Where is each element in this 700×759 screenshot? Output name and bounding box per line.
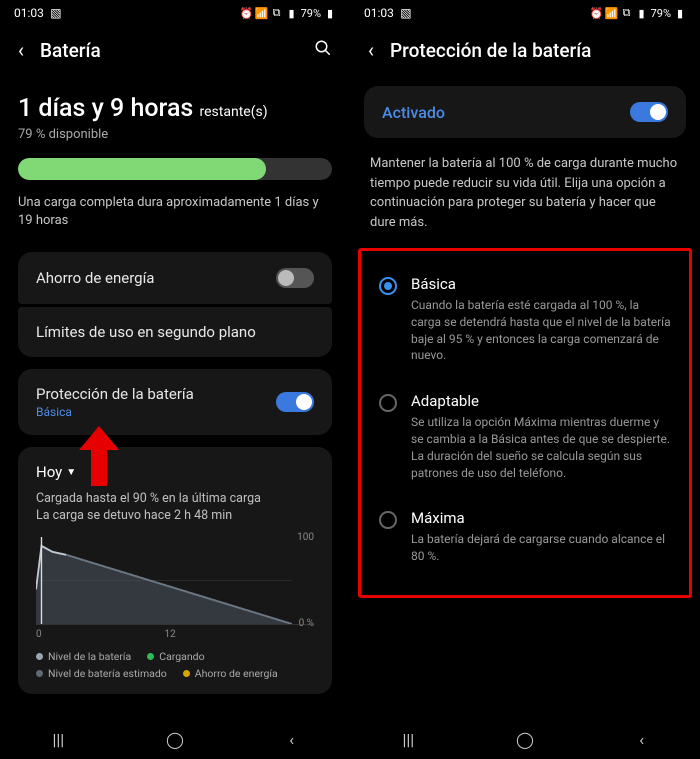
signal-icon: ▮ — [636, 7, 648, 19]
option-title: Adaptable — [411, 392, 671, 410]
activated-label: Activado — [382, 103, 445, 122]
legend-estimated: Nivel de batería estimado — [36, 667, 167, 680]
protection-mode: Básica — [36, 405, 194, 419]
radio-basica[interactable] — [379, 277, 397, 295]
radio-maxima[interactable] — [379, 511, 397, 529]
annotation-arrow-icon — [75, 426, 123, 486]
status-time: 01:03 — [364, 6, 394, 20]
radio-adaptable[interactable] — [379, 394, 397, 412]
nav-recents[interactable]: ||| — [388, 730, 428, 749]
option-adaptable[interactable]: Adaptable Se utiliza la opción Máxima mi… — [367, 378, 683, 495]
protection-toggle[interactable] — [276, 392, 314, 412]
chart-x-12: 12 — [165, 629, 176, 640]
back-icon[interactable]: ‹ — [18, 38, 24, 62]
battery-progress-fill — [18, 158, 266, 180]
network-icon: ⧉ — [271, 7, 283, 19]
activated-toggle[interactable] — [630, 102, 668, 122]
power-saving-row[interactable]: Ahorro de energía — [18, 252, 332, 304]
chart-y-max: 100 — [297, 532, 314, 543]
status-time: 01:03 — [14, 6, 44, 20]
status-bar: 01:03 ▧ ⏰ 📶 ⧉ ▮ 79% ▮ — [350, 0, 700, 24]
nav-back[interactable]: ‹ — [272, 730, 312, 749]
back-icon[interactable]: ‹ — [368, 38, 374, 62]
chart-x-labels: 0 12 — [36, 629, 292, 640]
battery-icon: ▮ — [324, 7, 336, 19]
nav-home[interactable]: ◯ — [505, 730, 545, 749]
alarm-icon: ⏰ — [241, 7, 253, 19]
option-desc: La batería dejará de cargarse cuando alc… — [411, 531, 671, 565]
page-title: Protección de la batería — [390, 39, 682, 62]
chart-x-0: 0 — [36, 629, 42, 640]
status-battery-pct: 79% — [651, 7, 671, 20]
gallery-icon: ▧ — [50, 7, 62, 19]
power-saving-toggle[interactable] — [276, 268, 314, 288]
battery-progress — [18, 158, 332, 180]
search-icon[interactable] — [314, 39, 332, 62]
option-title: Básica — [411, 275, 671, 293]
status-battery-pct: 79% — [301, 7, 321, 20]
remaining-suffix: restante(s) — [200, 104, 268, 120]
option-basica[interactable]: Básica Cuando la batería esté cargada al… — [367, 261, 683, 378]
legend-saving: Ahorro de energía — [183, 667, 278, 680]
charged-info: Cargada hasta el 90 % en la última carga — [36, 491, 314, 506]
page-title: Batería — [40, 39, 298, 62]
signal-icon: ▮ — [286, 7, 298, 19]
battery-content: 1 días y 9 horas restante(s) 79 % dispon… — [0, 76, 350, 718]
wifi-icon: 📶 — [256, 7, 268, 19]
legend-charging: Cargando — [147, 650, 204, 663]
battery-protection-row[interactable]: Protección de la batería Básica — [18, 369, 332, 435]
stopped-info: La carga se detuvo hace 2 h 48 min — [36, 508, 314, 523]
option-title: Máxima — [411, 509, 671, 527]
phone-right: 01:03 ▧ ⏰ 📶 ⧉ ▮ 79% ▮ ‹ Protección de la… — [350, 0, 700, 759]
phone-left: 01:03 ▧ ⏰ 📶 ⧉ ▮ 79% ▮ ‹ Batería 1 días y… — [0, 0, 350, 759]
nav-back[interactable]: ‹ — [622, 730, 662, 749]
protection-label: Protección de la batería — [36, 385, 194, 403]
network-icon: ⧉ — [621, 7, 633, 19]
nav-bar: ||| ◯ ‹ — [0, 718, 350, 759]
option-maxima[interactable]: Máxima La batería dejará de cargarse cua… — [367, 495, 683, 579]
battery-icon: ▮ — [674, 7, 686, 19]
header: ‹ Protección de la batería — [350, 24, 700, 76]
status-bar: 01:03 ▧ ⏰ 📶 ⧉ ▮ 79% ▮ — [0, 0, 350, 24]
nav-bar: ||| ◯ ‹ — [350, 718, 700, 759]
today-label: Hoy — [36, 463, 62, 481]
bg-limits-label: Límites de uso en segundo plano — [36, 323, 256, 341]
remaining-time: 1 días y 9 horas restante(s) — [18, 94, 332, 123]
nav-home[interactable]: ◯ — [155, 730, 195, 749]
today-card[interactable]: Hoy ▼ Cargada hasta el 90 % en la última… — [18, 447, 332, 694]
nav-recents[interactable]: ||| — [38, 730, 78, 749]
options-highlight-box: Básica Cuando la batería esté cargada al… — [358, 248, 692, 598]
option-desc: Cuando la batería esté cargada al 100 %,… — [411, 297, 671, 364]
alarm-icon: ⏰ — [591, 7, 603, 19]
full-charge-info: Una carga completa dura aproximadamente … — [18, 194, 332, 230]
chart-y-min: 0 % — [299, 618, 314, 629]
header: ‹ Batería — [0, 24, 350, 76]
legend-level: Nivel de la batería — [36, 650, 131, 663]
battery-available: 79 % disponible — [18, 127, 332, 142]
gallery-icon: ▧ — [400, 7, 412, 19]
bg-limits-row[interactable]: Límites de uso en segundo plano — [18, 307, 332, 357]
battery-chart: 100 0 % — [36, 537, 314, 625]
power-saving-label: Ahorro de energía — [36, 269, 154, 287]
option-desc: Se utiliza la opción Máxima mientras due… — [411, 414, 671, 481]
protection-description: Mantener la batería al 100 % de carga du… — [350, 138, 700, 248]
activated-row[interactable]: Activado — [364, 86, 686, 138]
remaining-main: 1 días y 9 horas — [18, 94, 193, 123]
chart-legend: Nivel de la batería Cargando Nivel de ba… — [36, 650, 314, 680]
wifi-icon: 📶 — [606, 7, 618, 19]
